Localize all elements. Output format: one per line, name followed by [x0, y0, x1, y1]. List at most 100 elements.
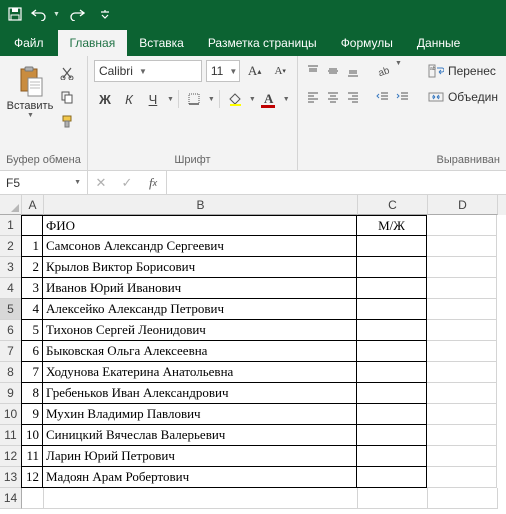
row-header[interactable]: 6 [0, 320, 22, 341]
cell[interactable]: Тихонов Сергей Леонидович [43, 320, 357, 341]
col-header-B[interactable]: B [44, 195, 358, 215]
cell[interactable] [357, 383, 427, 404]
cell[interactable] [427, 404, 497, 425]
align-middle-icon[interactable] [324, 60, 342, 82]
row-header[interactable]: 14 [0, 488, 22, 509]
cell[interactable] [357, 341, 427, 362]
tab-formulas[interactable]: Формулы [329, 30, 405, 56]
cell[interactable] [427, 446, 497, 467]
align-top-icon[interactable] [304, 60, 322, 82]
cell[interactable] [427, 299, 497, 320]
name-box[interactable]: F5 ▼ [0, 171, 88, 194]
cell[interactable]: 9 [21, 404, 43, 425]
cell[interactable]: Гребеньков Иван Александрович [43, 383, 357, 404]
col-header-D[interactable]: D [428, 195, 498, 215]
wrap-text-button[interactable]: ab Перенес [424, 60, 502, 82]
chevron-down-icon[interactable]: ▼ [167, 96, 174, 103]
cell[interactable] [357, 236, 427, 257]
cut-icon[interactable] [58, 64, 76, 82]
chevron-down-icon[interactable]: ▼ [395, 60, 402, 82]
decrease-font-icon[interactable]: A▾ [269, 60, 291, 82]
cell[interactable] [427, 215, 497, 236]
row-header[interactable]: 1 [0, 215, 22, 236]
chevron-down-icon[interactable]: ▼ [249, 96, 256, 103]
cell[interactable]: 3 [21, 278, 43, 299]
redo-icon[interactable] [66, 3, 88, 25]
borders-icon[interactable] [183, 88, 205, 110]
cell[interactable]: Мадоян Арам Робертович [43, 467, 357, 488]
cell[interactable] [357, 257, 427, 278]
cell[interactable]: 6 [21, 341, 43, 362]
bold-button[interactable]: Ж [94, 88, 116, 110]
cell[interactable]: 2 [21, 257, 43, 278]
cell[interactable]: Мухин Владимир Павлович [43, 404, 357, 425]
increase-font-icon[interactable]: A▴ [244, 60, 266, 82]
chevron-down-icon[interactable]: ▼ [208, 96, 215, 103]
cell[interactable]: 11 [21, 446, 43, 467]
cell[interactable]: Крылов Виктор Борисович [43, 257, 357, 278]
cell[interactable] [357, 320, 427, 341]
align-bottom-icon[interactable] [344, 60, 362, 82]
cell[interactable] [357, 362, 427, 383]
row-header[interactable]: 9 [0, 383, 22, 404]
row-header[interactable]: 11 [0, 425, 22, 446]
cell[interactable] [427, 341, 497, 362]
font-color-icon[interactable]: A [258, 88, 280, 110]
row-header[interactable]: 7 [0, 341, 22, 362]
cell[interactable] [427, 236, 497, 257]
row-header[interactable]: 13 [0, 467, 22, 488]
chevron-down-icon[interactable]: ▼ [283, 96, 290, 103]
cell[interactable] [427, 362, 497, 383]
copy-icon[interactable] [58, 88, 76, 106]
cell[interactable]: Быковская Ольга Алексеевна [43, 341, 357, 362]
underline-button[interactable]: Ч [142, 88, 164, 110]
font-size-combo[interactable]: 11▼ [206, 60, 240, 82]
fill-color-icon[interactable] [224, 88, 246, 110]
row-header[interactable]: 8 [0, 362, 22, 383]
fx-icon[interactable]: fx [140, 175, 166, 191]
align-left-icon[interactable] [304, 86, 322, 108]
cell[interactable] [427, 425, 497, 446]
cell[interactable]: 7 [21, 362, 43, 383]
row-header[interactable]: 4 [0, 278, 22, 299]
cell[interactable]: Ларин Юрий Петрович [43, 446, 357, 467]
cancel-icon[interactable]: ✕ [88, 175, 114, 191]
customize-qat-icon[interactable] [94, 3, 116, 25]
cell[interactable]: 5 [21, 320, 43, 341]
cell[interactable] [21, 215, 43, 236]
format-painter-icon[interactable] [58, 112, 76, 130]
formula-input[interactable] [167, 171, 506, 194]
cell[interactable]: 4 [21, 299, 43, 320]
cell[interactable]: Синицкий Вячеслав Валерьевич [43, 425, 357, 446]
cell[interactable]: Алексейко Александр Петрович [43, 299, 357, 320]
row-header[interactable]: 2 [0, 236, 22, 257]
select-all-corner[interactable] [0, 195, 22, 215]
cell[interactable] [358, 488, 428, 509]
orientation-icon[interactable]: ab [374, 60, 392, 82]
italic-button[interactable]: К [118, 88, 140, 110]
cell[interactable]: 8 [21, 383, 43, 404]
undo-icon[interactable] [28, 3, 50, 25]
cell[interactable] [427, 320, 497, 341]
col-header-A[interactable]: A [22, 195, 44, 215]
cell[interactable]: 12 [21, 467, 43, 488]
save-icon[interactable] [4, 3, 26, 25]
cell[interactable] [427, 383, 497, 404]
cell[interactable] [427, 467, 497, 488]
cell[interactable] [427, 257, 497, 278]
decrease-indent-icon[interactable] [374, 86, 392, 108]
merge-button[interactable]: Объедин [424, 86, 502, 108]
cell[interactable] [357, 425, 427, 446]
align-right-icon[interactable] [344, 86, 362, 108]
row-header[interactable]: 10 [0, 404, 22, 425]
row-header[interactable]: 5 [0, 299, 22, 320]
cell[interactable] [427, 278, 497, 299]
cell[interactable]: 10 [21, 425, 43, 446]
paste-button[interactable]: Вставить ▼ [6, 60, 54, 119]
cell[interactable] [44, 488, 358, 509]
tab-page-layout[interactable]: Разметка страницы [196, 30, 329, 56]
cell[interactable]: М/Ж [357, 215, 427, 236]
cell[interactable] [357, 446, 427, 467]
cell[interactable]: Иванов Юрий Иванович [43, 278, 357, 299]
increase-indent-icon[interactable] [394, 86, 412, 108]
